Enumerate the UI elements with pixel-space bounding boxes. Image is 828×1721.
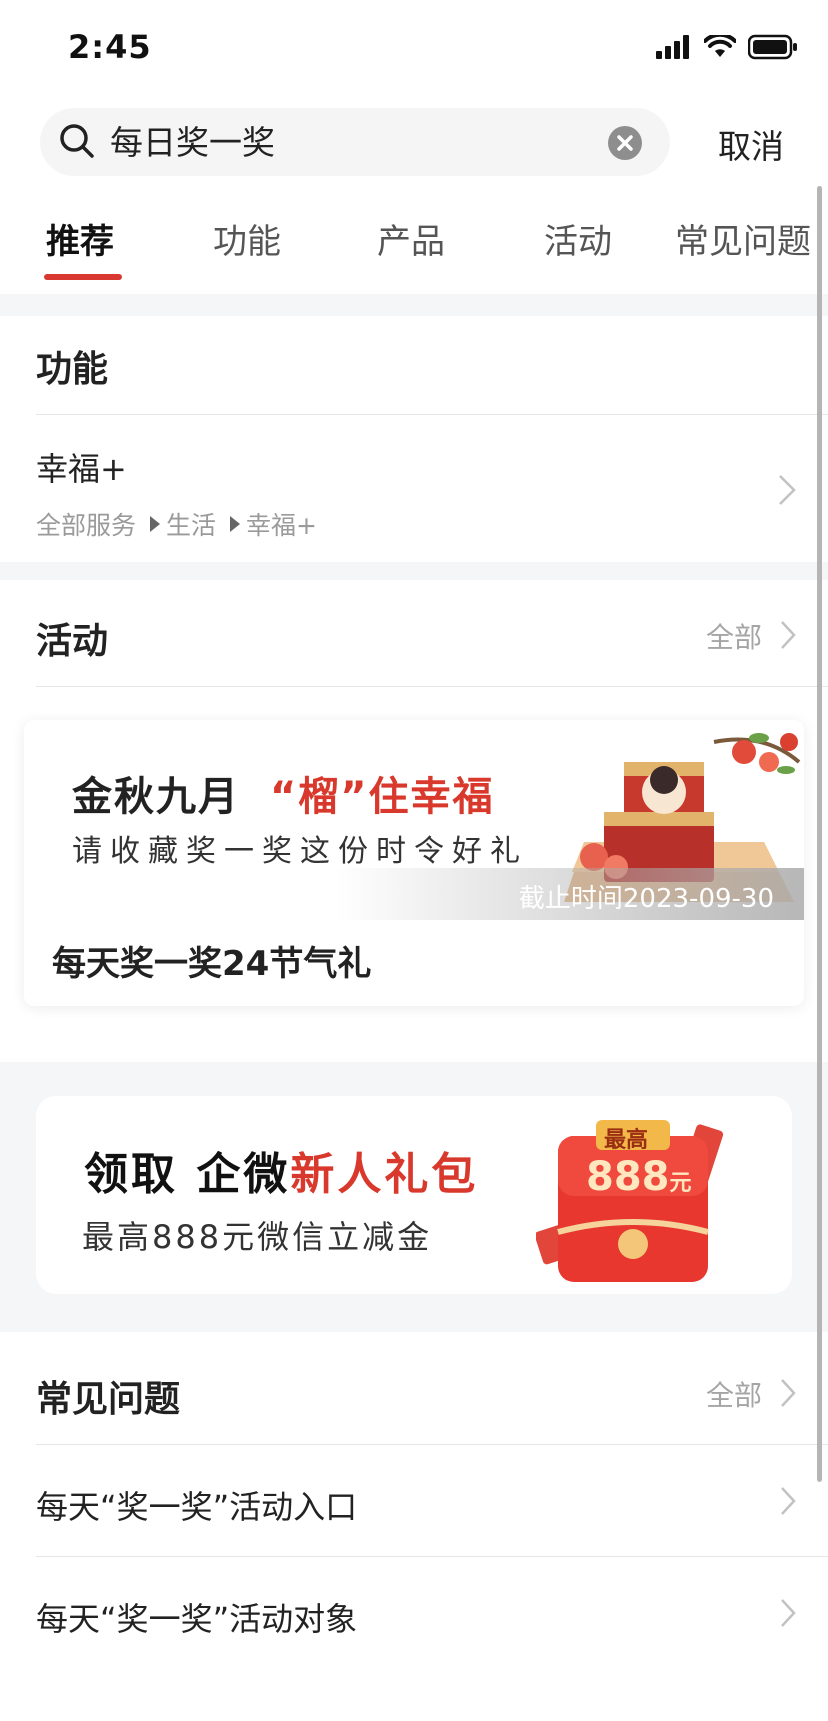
status-time: 2:45	[68, 28, 152, 66]
packet-unit: 元	[669, 1171, 692, 1196]
all-link-label: 全部	[706, 621, 763, 654]
breadcrumb-arrow-icon	[150, 516, 161, 532]
breadcrumb: 全部服务 生活 幸福+	[36, 506, 317, 542]
packet-amount-group: 888 元	[586, 1154, 692, 1200]
promo-banner[interactable]: 领取 企微新人礼包 最高888元微信立减金 最高 888 元	[36, 1096, 792, 1294]
activities-section-title: 活动	[36, 621, 109, 662]
breadcrumb-item: 全部服务	[36, 511, 137, 540]
breadcrumb-item: 幸福+	[246, 511, 317, 540]
banner-heading-part1: 金秋九月	[72, 774, 240, 820]
status-bar: 2:45	[0, 0, 828, 100]
search-icon	[60, 124, 94, 158]
chevron-right-icon	[781, 1379, 796, 1407]
tab-products[interactable]: 产品	[377, 214, 445, 263]
cellular-signal-icon	[656, 35, 689, 59]
divider	[36, 1556, 828, 1557]
search-row: 取消	[0, 106, 828, 180]
divider	[36, 1444, 828, 1445]
search-box[interactable]	[40, 108, 670, 176]
cancel-button[interactable]: 取消	[718, 120, 784, 168]
vertical-scrollbar[interactable]	[817, 186, 822, 1482]
section-separator	[0, 294, 828, 316]
divider	[36, 414, 828, 415]
chevron-right-icon	[781, 1487, 796, 1515]
activity-deadline: 截止时间2023-09-30	[518, 884, 774, 914]
breadcrumb-arrow-icon	[230, 516, 241, 532]
promo-heading-part1: 领取 企微	[84, 1149, 291, 1200]
faq-section-title: 常见问题	[36, 1379, 181, 1420]
banner-heading-part2: “榴”住幸福	[269, 774, 495, 820]
banner-subtitle: 请收藏奖一奖这份时令好礼	[72, 834, 528, 869]
active-tab-indicator	[44, 274, 122, 280]
packet-label: 最高	[604, 1128, 649, 1153]
status-icons	[656, 34, 798, 60]
faq-item-title: 每天“奖一奖”活动对象	[36, 1600, 358, 1638]
tab-features[interactable]: 功能	[213, 214, 281, 263]
section-separator	[0, 562, 828, 580]
faq-item-title: 每天“奖一奖”活动入口	[36, 1488, 358, 1526]
breadcrumb-item: 生活	[166, 511, 217, 540]
chevron-right-icon	[781, 621, 796, 649]
tab-activities[interactable]: 活动	[544, 214, 612, 263]
all-link-label: 全部	[706, 1379, 763, 1412]
feature-item-title: 幸福+	[36, 450, 127, 488]
promo-subtitle: 最高888元微信立减金	[82, 1218, 433, 1256]
category-tabs: 推荐 功能 产品 活动 常见问题	[0, 196, 828, 286]
activity-name: 每天奖一奖24节气礼	[52, 944, 372, 984]
features-section-title: 功能	[36, 349, 109, 390]
tab-faq[interactable]: 常见问题	[675, 214, 811, 263]
tab-recommended[interactable]: 推荐	[46, 214, 114, 263]
wifi-icon	[704, 35, 736, 57]
red-packet-illustration: 最高 888 元	[536, 1116, 746, 1286]
activity-card[interactable]: 金秋九月 “榴”住幸福 请收藏奖一奖这份时令好礼 截止时间2023-09-30 …	[24, 720, 804, 1006]
divider	[36, 686, 828, 687]
banner-heading: 金秋九月 “榴”住幸福	[72, 764, 495, 822]
clear-search-icon[interactable]	[608, 126, 642, 160]
search-input[interactable]	[110, 120, 570, 159]
battery-icon	[748, 34, 797, 60]
promo-heading: 领取 企微新人礼包	[84, 1138, 478, 1202]
promo-heading-part2: 新人礼包	[290, 1149, 479, 1200]
chevron-right-icon	[781, 1599, 796, 1627]
packet-amount: 888	[586, 1154, 670, 1200]
chevron-right-icon	[779, 475, 796, 505]
